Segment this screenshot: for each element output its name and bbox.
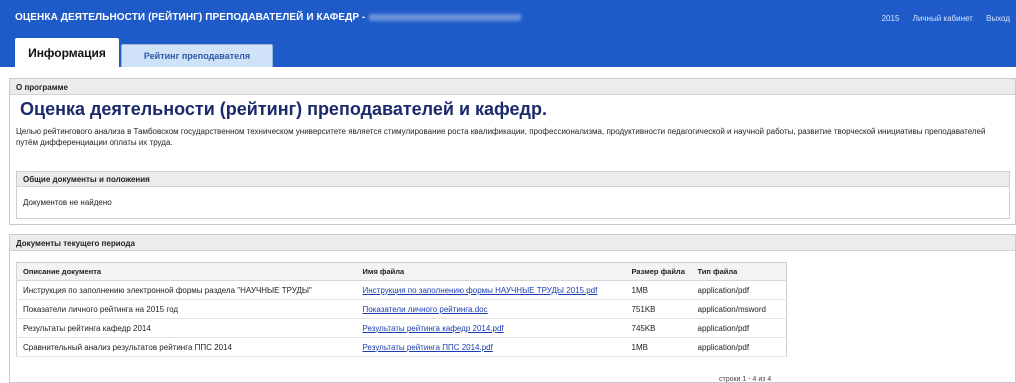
about-panel: О программе Оценка деятельности (рейтинг… (9, 78, 1016, 225)
doc-file-link[interactable]: Результаты рейтинга ППС 2014.pdf (356, 337, 626, 357)
doc-type: application/pdf (691, 318, 787, 338)
general-docs-header: Общие документы и положения (17, 172, 1009, 187)
year-label: 2015 (881, 14, 900, 23)
no-documents-message: Документов не найдено (23, 198, 112, 207)
table-row: Инструкция по заполнению электронной фор… (16, 280, 787, 300)
table-row: Результаты рейтинга кафедр 2014 Результа… (16, 318, 787, 338)
app-title-text: ОЦЕНКА ДЕЯТЕЛЬНОСТИ (РЕЙТИНГ) ПРЕПОДАВАТ… (15, 12, 366, 23)
doc-description: Сравнительный анализ результатов рейтинг… (16, 337, 357, 357)
page-title: Оценка деятельности (рейтинг) преподават… (20, 99, 547, 119)
doc-size: 751KB (625, 299, 692, 319)
column-header-size[interactable]: Размер файла (625, 262, 692, 281)
tab-teacher-rating[interactable]: Рейтинг преподавателя (121, 44, 273, 67)
documents-table: Описание документа Имя файла Размер файл… (16, 262, 787, 357)
doc-file-link[interactable]: Результаты рейтинга кафедр 2014.pdf (356, 318, 626, 338)
about-description: Целью рейтингового анализа в Тамбовском … (16, 127, 986, 147)
doc-description: Показатели личного рейтинга на 2015 год (16, 299, 357, 319)
cabinet-link[interactable]: Личный кабинет (913, 14, 973, 23)
user-name-redacted (369, 13, 522, 21)
general-docs-panel: Общие документы и положения Документов н… (16, 171, 1010, 219)
current-docs-header: Документы текущего периода (10, 235, 1015, 251)
doc-description: Инструкция по заполнению электронной фор… (16, 280, 357, 300)
top-nav: 2015 Личный кабинет Выход (871, 14, 1010, 23)
current-docs-panel: Документы текущего периода Описание доку… (9, 234, 1016, 383)
doc-type: application/pdf (691, 337, 787, 357)
column-header-description[interactable]: Описание документа (16, 262, 357, 281)
doc-type: application/pdf (691, 280, 787, 300)
logout-link[interactable]: Выход (986, 14, 1010, 23)
table-header-row: Описание документа Имя файла Размер файл… (16, 262, 787, 281)
about-panel-header: О программе (10, 79, 1015, 95)
pagination-info: строки 1 - 4 из 4 (719, 376, 772, 383)
tab-information[interactable]: Информация (15, 38, 119, 68)
doc-size: 1MB (625, 337, 692, 357)
doc-file-link[interactable]: Показатели личного рейтинга.doc (356, 299, 626, 319)
doc-file-link[interactable]: Инструкция по заполнению формы НАУЧНЫЕ Т… (356, 280, 626, 300)
doc-size: 745KB (625, 318, 692, 338)
doc-size: 1MB (625, 280, 692, 300)
doc-type: application/msword (691, 299, 787, 319)
app-title: ОЦЕНКА ДЕЯТЕЛЬНОСТИ (РЕЙТИНГ) ПРЕПОДАВАТ… (15, 12, 522, 23)
column-header-type[interactable]: Тип файла (691, 262, 787, 281)
doc-description: Результаты рейтинга кафедр 2014 (16, 318, 357, 338)
column-header-filename[interactable]: Имя файла (356, 262, 626, 281)
table-row: Сравнительный анализ результатов рейтинг… (16, 337, 787, 357)
table-row: Показатели личного рейтинга на 2015 год … (16, 299, 787, 319)
